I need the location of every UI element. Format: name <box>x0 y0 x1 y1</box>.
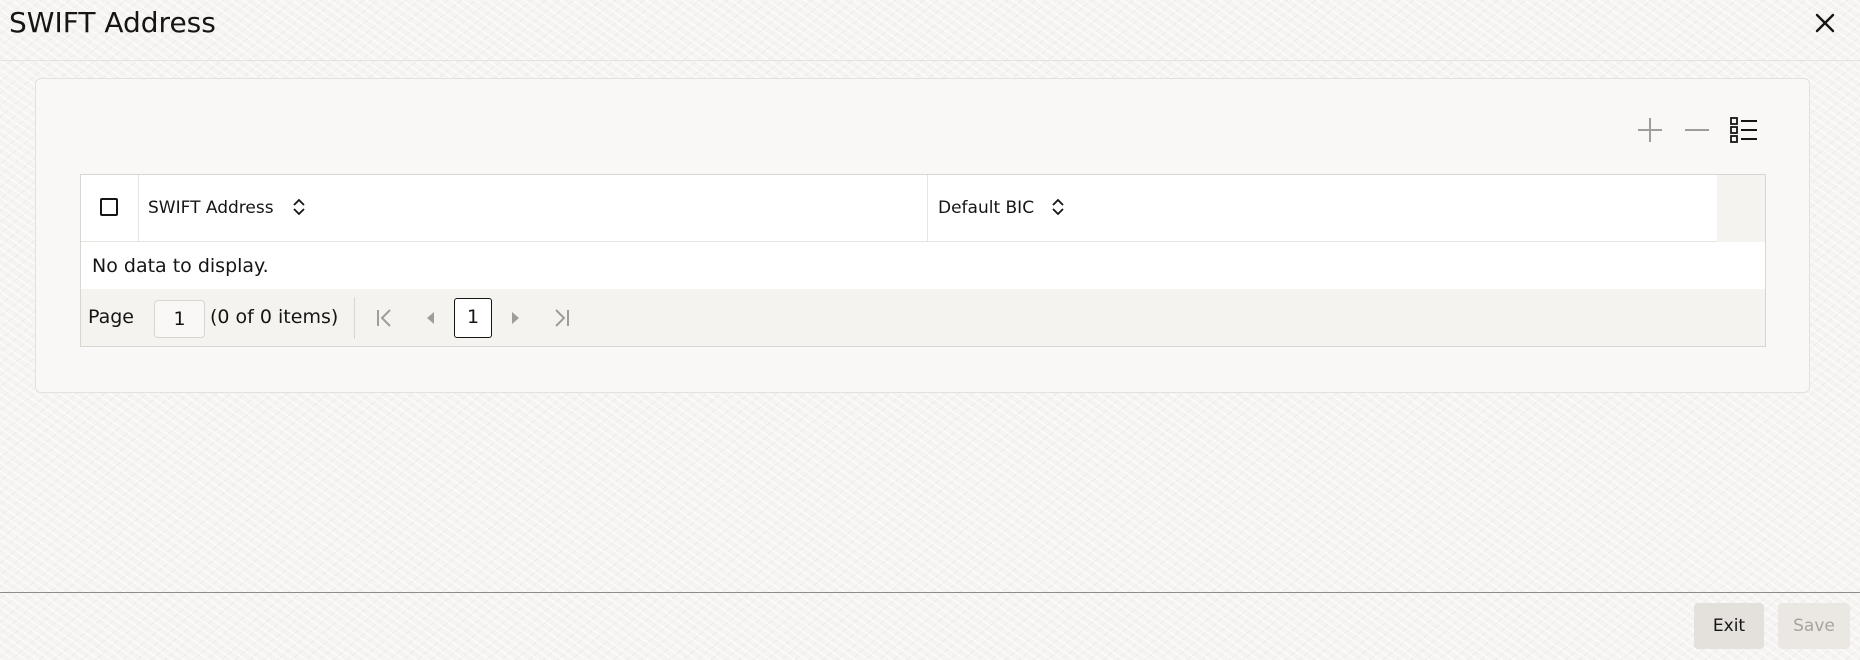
dialog-header: SWIFT Address <box>0 0 1860 61</box>
single-record-view-button[interactable] <box>1727 113 1761 147</box>
sort-icon <box>293 198 305 216</box>
page-title: SWIFT Address <box>9 6 216 39</box>
footer-divider <box>0 592 1860 593</box>
grid-header: SWIFT Address Default BIC <box>81 175 1717 242</box>
item-count: (0 of 0 items) <box>210 306 339 328</box>
next-page-button[interactable] <box>502 305 528 331</box>
pagination-bar: Page (0 of 0 items) 1 <box>81 289 1765 346</box>
next-page-icon <box>512 312 519 324</box>
page-label: Page <box>88 306 134 328</box>
last-page-icon <box>555 309 569 327</box>
select-all-checkbox[interactable] <box>100 198 118 216</box>
first-page-button[interactable] <box>372 305 398 331</box>
delete-row-button[interactable] <box>1680 113 1714 147</box>
plus-icon <box>1638 118 1662 142</box>
column-label: SWIFT Address <box>148 198 274 218</box>
previous-page-icon <box>427 312 434 324</box>
page-number-input[interactable] <box>154 300 205 338</box>
column-header-default-bic[interactable]: Default BIC <box>928 175 1717 241</box>
empty-row: No data to display. <box>81 242 1765 289</box>
close-icon <box>1815 13 1835 33</box>
pager-divider <box>354 297 355 339</box>
exit-button[interactable]: Exit <box>1694 603 1764 649</box>
empty-message: No data to display. <box>92 255 269 277</box>
column-label: Default BIC <box>938 198 1035 218</box>
select-all-cell <box>81 175 139 241</box>
save-button[interactable]: Save <box>1778 603 1850 649</box>
column-header-swift-address[interactable]: SWIFT Address <box>138 175 928 241</box>
minus-icon <box>1685 129 1709 131</box>
close-button[interactable] <box>1810 8 1840 38</box>
sort-icon <box>1052 198 1064 216</box>
add-row-button[interactable] <box>1633 113 1667 147</box>
list-view-icon <box>1730 117 1757 143</box>
first-page-icon <box>377 309 391 327</box>
last-page-button[interactable] <box>548 305 574 331</box>
previous-page-button[interactable] <box>418 305 444 331</box>
swift-address-grid: SWIFT Address Default BIC No data to dis… <box>80 174 1766 347</box>
current-page-button[interactable]: 1 <box>454 298 492 338</box>
